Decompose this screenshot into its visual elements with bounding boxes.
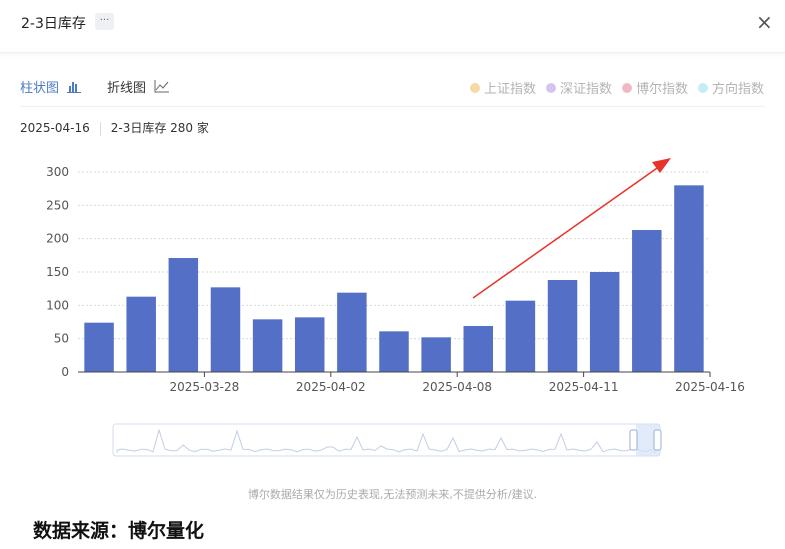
y-tick-label: 200 <box>46 232 69 246</box>
y-tick-label: 150 <box>46 265 69 279</box>
bar <box>505 300 536 372</box>
disclaimer: 博尔数据结果仅为历史表现,无法预测未来,不提供分析/建议. <box>247 488 538 501</box>
trend-arrow-head <box>652 158 671 173</box>
x-tick-label: 2025-03-28 <box>170 380 240 394</box>
bar <box>379 331 409 372</box>
bar <box>463 326 494 372</box>
bar-chart: 0 50 100 150 200 250 300 2025-03-28 2025-04-02 20… <box>46 158 745 457</box>
zoom-handle[interactable] <box>653 429 662 451</box>
bar <box>84 322 114 372</box>
bar <box>421 337 451 372</box>
trend-arrow-line <box>472 165 661 299</box>
x-tick-label: 2025-04-08 <box>422 380 492 394</box>
bar <box>589 272 620 372</box>
bar <box>632 230 662 372</box>
zoom-handle[interactable] <box>629 429 638 451</box>
bar <box>294 317 325 372</box>
x-tick-label: 2025-04-11 <box>549 380 619 394</box>
bar <box>126 296 156 372</box>
bar <box>547 280 578 372</box>
bar <box>252 319 283 372</box>
x-tick-label: 2025-04-16 <box>675 380 745 394</box>
y-tick-label: 0 <box>61 365 69 379</box>
y-tick-label: 50 <box>54 332 69 346</box>
y-tick-label: 100 <box>46 298 69 312</box>
bar <box>674 185 704 372</box>
y-tick-label: 250 <box>46 198 69 212</box>
bar <box>168 258 199 372</box>
x-tick-label: 2025-04-02 <box>296 380 366 394</box>
bar <box>210 287 241 372</box>
data-source: 数据来源：博尔量化 <box>33 520 205 542</box>
bar <box>337 292 367 372</box>
y-tick-label: 300 <box>46 165 69 179</box>
